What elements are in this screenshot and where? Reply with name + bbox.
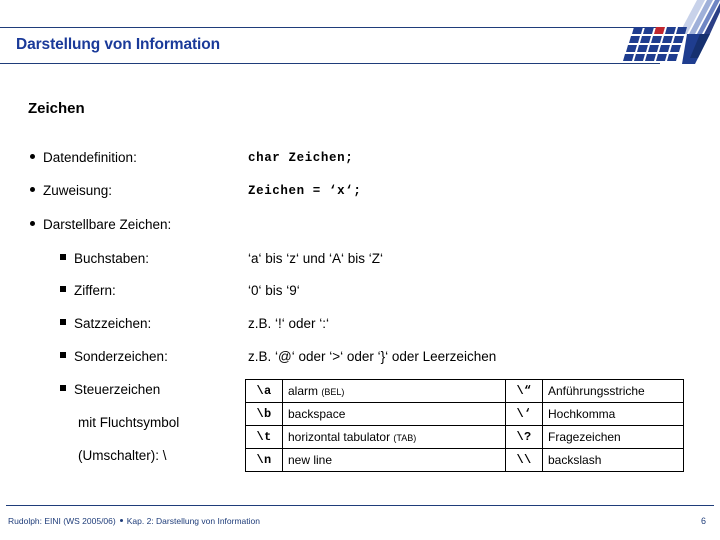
- escape-desc-left: horizontal tabulator (TAB): [282, 425, 506, 449]
- table-row: \t horizontal tabulator (TAB) \? Frageze…: [245, 425, 684, 449]
- footer-chapter: Kap. 2: Darstellung von Information: [126, 516, 260, 526]
- escape-code-left: \t: [245, 425, 283, 449]
- slide-content: Zeichen Datendefinition: char Zeichen; Z…: [0, 70, 720, 500]
- tu-dortmund-logo: [612, 0, 720, 72]
- escape-code-left: \b: [245, 402, 283, 426]
- footer-author-course: Rudolph: EINI (WS 2005/06): [8, 516, 116, 526]
- list-item-datendefinition: Datendefinition:: [0, 150, 720, 165]
- bullet-round-icon: [30, 187, 35, 192]
- value-sonderzeichen: z.B. ‘@‘ oder ‘>‘ oder ‘}‘ oder Leerzeic…: [248, 349, 497, 364]
- bullet-round-icon: [30, 221, 35, 226]
- escape-code-left: \n: [245, 448, 283, 472]
- value-datendefinition: char Zeichen;: [248, 151, 354, 165]
- list-item-darstellbare-zeichen: Darstellbare Zeichen:: [0, 217, 720, 232]
- table-row: \n new line \\ backslash: [245, 448, 684, 472]
- table-row: \b backspace \‘ Hochkomma: [245, 402, 684, 426]
- steuerzeichen-continuation-2: (Umschalter): \: [78, 448, 167, 463]
- list-item-label: Sonderzeichen:: [74, 349, 168, 364]
- list-item-label: Darstellbare Zeichen:: [43, 217, 172, 232]
- list-item-label: Buchstaben:: [74, 251, 150, 266]
- slide-header: Darstellung von Information: [0, 0, 720, 70]
- bullet-square-icon: [60, 254, 66, 260]
- escape-desc-right: Hochkomma: [542, 402, 684, 426]
- header-rule-top: [0, 27, 660, 28]
- escape-desc-left-text: new line: [288, 452, 333, 467]
- table-row: \a alarm (BEL) \“ Anführungsstriche: [245, 379, 684, 403]
- escape-sequence-table: \a alarm (BEL) \“ Anführungsstriche \b b…: [245, 379, 684, 472]
- footer-text: Rudolph: EINI (WS 2005/06) Kap. 2: Darste…: [8, 516, 260, 526]
- escape-desc-left-text: alarm: [288, 383, 319, 398]
- escape-code-right: \?: [505, 425, 543, 449]
- escape-code-left: \a: [245, 379, 283, 403]
- value-satzzeichen: z.B. ‘!‘ oder ‘:‘: [248, 316, 330, 331]
- bullet-square-icon: [60, 286, 66, 292]
- footer-rule: [6, 505, 714, 506]
- escape-code-right: \“: [505, 379, 543, 403]
- escape-desc-left: backspace: [282, 402, 506, 426]
- footer-separator-dot-icon: [119, 519, 123, 522]
- list-item-label: Datendefinition:: [43, 150, 137, 165]
- bullet-square-icon: [60, 319, 66, 325]
- escape-code-right: \\: [505, 448, 543, 472]
- escape-desc-right: Anführungsstriche: [542, 379, 684, 403]
- escape-code-right: \‘: [505, 402, 543, 426]
- value-ziffern: ‘0‘ bis ‘9‘: [248, 283, 300, 298]
- value-zuweisung: Zeichen = ‘x‘;: [248, 184, 362, 198]
- escape-desc-left-text: backspace: [288, 406, 346, 421]
- slide-footer: Rudolph: EINI (WS 2005/06) Kap. 2: Darste…: [0, 505, 720, 540]
- list-item-label: Satzzeichen:: [74, 316, 152, 331]
- list-item-label: Zuweisung:: [43, 183, 113, 198]
- escape-desc-right: Fragezeichen: [542, 425, 684, 449]
- list-item-satzzeichen: Satzzeichen:: [0, 316, 720, 331]
- bullet-square-icon: [60, 385, 66, 391]
- escape-desc-left-text: horizontal tabulator: [288, 429, 391, 444]
- page-title: Darstellung von Information: [16, 36, 220, 53]
- steuerzeichen-continuation-1: mit Fluchtsymbol: [78, 415, 180, 430]
- list-item-label: Ziffern:: [74, 283, 116, 298]
- escape-desc-left: alarm (BEL): [282, 379, 506, 403]
- list-item-ziffern: Ziffern:: [0, 283, 720, 298]
- bullet-square-icon: [60, 352, 66, 358]
- value-buchstaben: ‘a‘ bis ‘z‘ und ‘A‘ bis ‘Z‘: [248, 251, 384, 266]
- escape-abbr-left: (BEL): [321, 386, 345, 397]
- page-number: 6: [700, 516, 706, 526]
- list-item-label: Steuerzeichen: [74, 382, 161, 397]
- escape-desc-left: new line: [282, 448, 506, 472]
- section-heading: Zeichen: [28, 100, 85, 117]
- escape-abbr-left: (TAB): [393, 432, 417, 443]
- escape-desc-right: backslash: [542, 448, 684, 472]
- bullet-round-icon: [30, 154, 35, 159]
- header-rule-bottom: [0, 63, 660, 64]
